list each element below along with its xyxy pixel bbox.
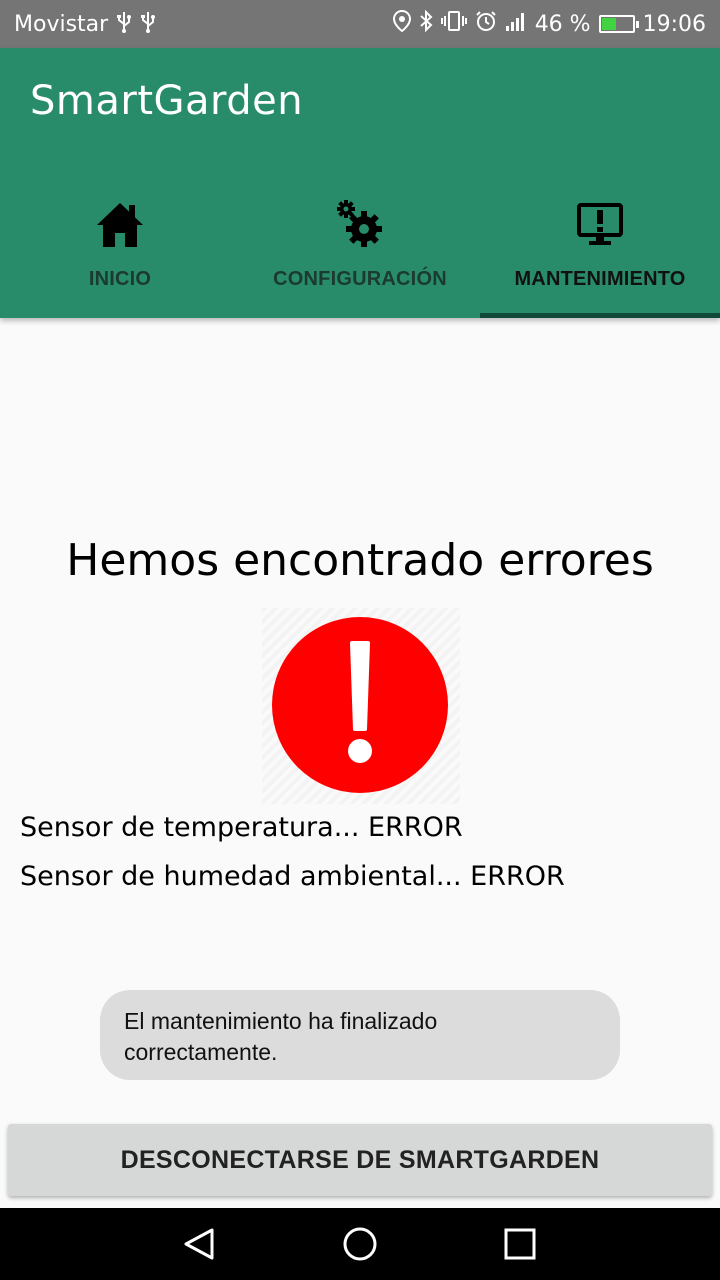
usb-icon: [116, 11, 132, 38]
sensor-temperature-status: Sensor de temperatura... ERROR: [20, 812, 463, 843]
app-bar: SmartGarden INICIO CONFIGURACIÓN MANTENI…: [0, 48, 720, 318]
status-bar-right: 46 % 19:06: [392, 9, 706, 38]
tab-configuracion-label: CONFIGURACIÓN: [273, 268, 447, 290]
app-title: SmartGarden: [30, 78, 304, 124]
back-icon[interactable]: [182, 1226, 218, 1262]
home-circle-icon[interactable]: [342, 1226, 378, 1262]
gears-icon: [334, 200, 386, 250]
error-graphic: [262, 608, 460, 804]
exclamation-circle-icon: [272, 617, 448, 793]
signal-icon: [505, 11, 527, 37]
active-tab-indicator: [480, 313, 720, 318]
tab-mantenimiento[interactable]: MANTENIMIENTO: [480, 188, 720, 318]
disconnect-button[interactable]: DESCONECTARSE DE SMARTGARDEN: [8, 1124, 712, 1196]
toast-message: El mantenimiento ha finalizado correctam…: [100, 990, 620, 1080]
battery-level: [601, 18, 616, 30]
tab-inicio[interactable]: INICIO: [0, 188, 240, 318]
tab-configuracion[interactable]: CONFIGURACIÓN: [240, 188, 480, 318]
bluetooth-icon: [419, 9, 433, 38]
errors-headline: Hemos encontrado errores: [66, 535, 654, 586]
usb-icon: [140, 11, 156, 38]
system-nav-bar: [0, 1208, 720, 1280]
monitor-alert-icon: [577, 200, 623, 250]
status-bar-left: Movistar: [14, 11, 156, 38]
sensor-humidity-status: Sensor de humedad ambiental... ERROR: [20, 861, 565, 892]
clock: 19:06: [642, 11, 706, 37]
tab-inicio-label: INICIO: [88, 268, 152, 290]
home-icon: [95, 200, 145, 250]
tab-bar: INICIO CONFIGURACIÓN MANTENIMIENTO: [0, 188, 720, 318]
battery-percent: 46 %: [534, 11, 591, 37]
status-bar: Movistar 46 % 19:06: [0, 0, 720, 48]
location-icon: [392, 9, 411, 38]
alarm-icon: [475, 10, 497, 38]
recents-icon[interactable]: [502, 1226, 538, 1262]
carrier-name: Movistar: [14, 11, 109, 37]
battery-icon: [598, 15, 639, 33]
vibrate-icon: [440, 10, 467, 38]
tab-mantenimiento-label: MANTENIMIENTO: [514, 268, 686, 290]
